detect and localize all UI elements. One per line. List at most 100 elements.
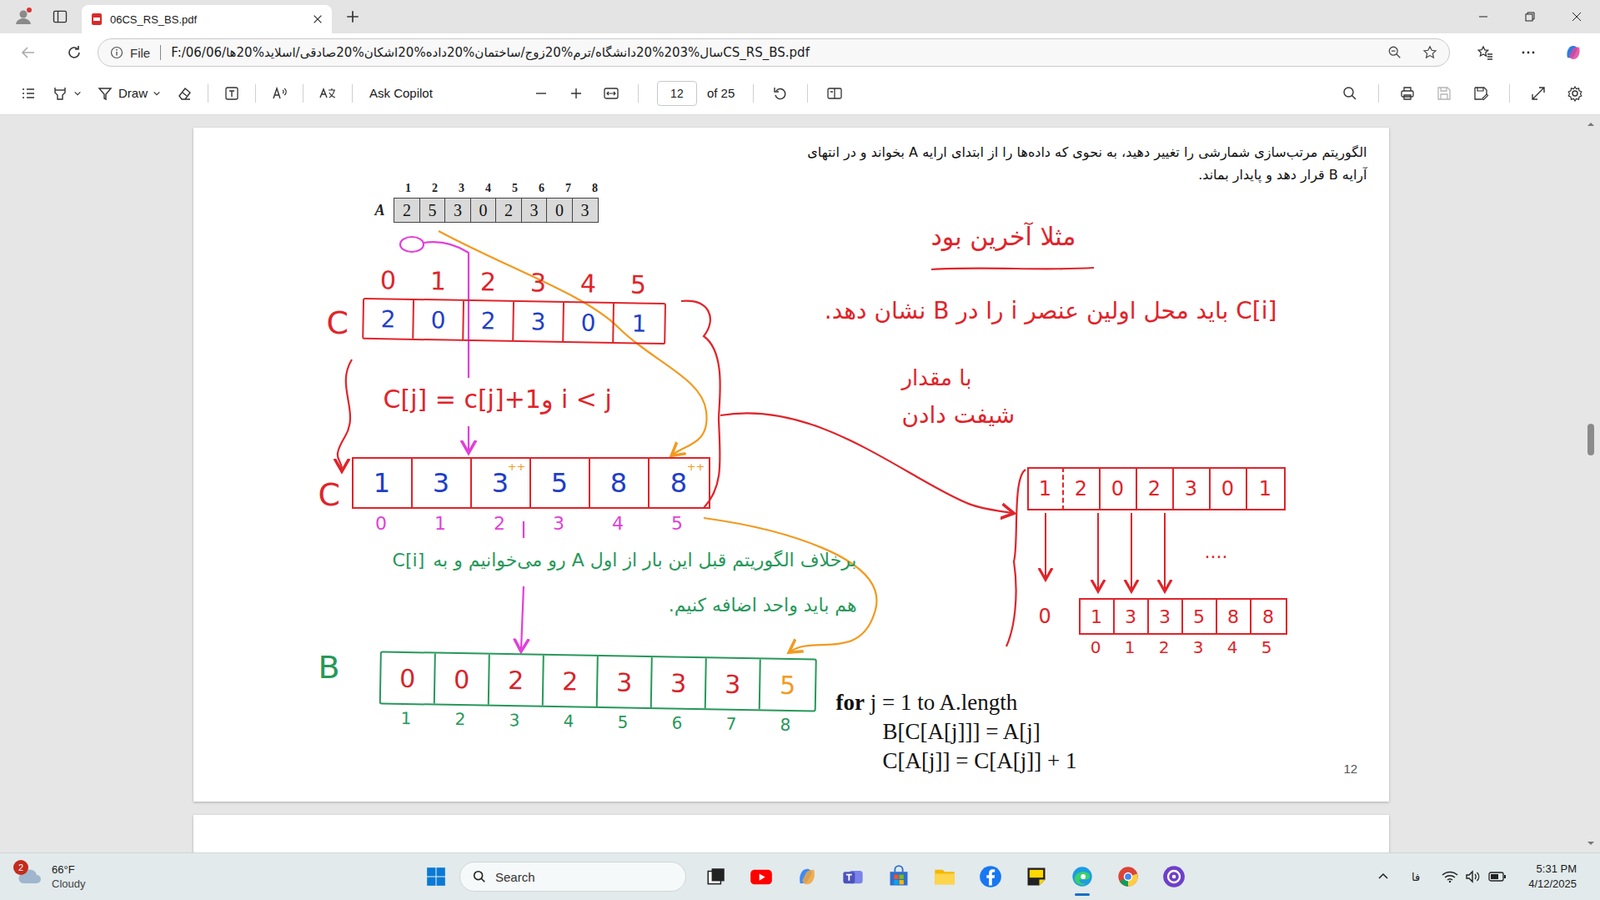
array-cell: 2 — [1137, 468, 1174, 509]
save-as-icon[interactable] — [1472, 85, 1490, 102]
chrome-icon[interactable] — [1116, 864, 1140, 888]
taskbar: 2 66°F Cloudy Search فا 5:31 PM 4/12/202… — [0, 852, 1600, 900]
array-cell: 0 — [470, 197, 497, 223]
read-aloud-icon[interactable] — [270, 85, 288, 102]
array-cell: 8 — [1251, 599, 1286, 633]
edge-icon — [1070, 864, 1094, 888]
array-index: 3 — [448, 179, 476, 198]
array-cell: 3 — [705, 657, 761, 709]
back-icon[interactable] — [20, 44, 37, 61]
translate-icon[interactable] — [318, 85, 337, 102]
youtube-icon[interactable] — [749, 864, 773, 888]
toolbar-separator — [637, 84, 639, 103]
highlight-button[interactable] — [51, 85, 82, 102]
taskbar-search[interactable]: Search — [459, 861, 687, 892]
formula-note: C[j] = c[j]+1و i < j — [383, 382, 612, 417]
windows-start-icon[interactable] — [425, 865, 447, 888]
array-a-indices: 12345678 — [375, 179, 609, 198]
teams-icon[interactable] — [841, 864, 865, 888]
array-cell: 2 — [393, 197, 421, 223]
count-array-row: 202301 — [361, 297, 667, 345]
edge-app[interactable] — [1070, 864, 1094, 888]
pseudocode: for j = 1 to A.lengthB[C[A[j]]] = A[j]C[… — [836, 687, 1078, 776]
favorites-icon[interactable] — [1476, 44, 1494, 61]
more-icon[interactable] — [1519, 44, 1537, 61]
toolbar-separator — [255, 84, 256, 103]
scrollbar[interactable] — [1581, 115, 1600, 853]
array-index: 2 — [462, 265, 514, 296]
search-icon[interactable] — [1341, 85, 1359, 102]
array-cell: 5 — [759, 658, 815, 710]
search-icon — [471, 868, 487, 884]
array-index: 1 — [411, 512, 471, 534]
zoom-out-icon[interactable] — [1387, 45, 1403, 61]
new-tab-icon[interactable] — [345, 9, 361, 25]
array-index: 5 — [1249, 636, 1285, 658]
star-icon[interactable] — [1422, 45, 1438, 61]
note-ref: C[i] — [392, 546, 426, 574]
chevron-up-icon[interactable] — [1376, 869, 1390, 883]
search-placeholder: Search — [495, 869, 536, 884]
page-number-field[interactable]: 12 — [657, 80, 698, 106]
store-icon[interactable] — [887, 864, 911, 888]
toolbar-separator — [807, 84, 808, 103]
code-text: C[A[j]] = C[A[j]] + 1 — [882, 747, 1078, 773]
file-explorer-icon[interactable] — [932, 864, 957, 888]
weather-widget[interactable]: 2 66°F Cloudy — [16, 862, 426, 891]
sticky-notes-icon[interactable] — [1024, 864, 1049, 888]
array-index: 2 — [421, 179, 449, 198]
close-button[interactable] — [1553, 0, 1600, 34]
array-cell: 1 — [613, 303, 665, 343]
zoom-in-icon[interactable] — [567, 85, 585, 102]
page-view-icon[interactable] — [826, 85, 843, 102]
workspaces-icon[interactable] — [51, 8, 69, 26]
github-icon[interactable] — [1162, 864, 1186, 888]
copilot-icon[interactable] — [1563, 42, 1584, 63]
array-index: 1 — [395, 179, 422, 198]
zoom-out-icon[interactable] — [532, 85, 550, 102]
array-cell: 0 — [546, 197, 573, 223]
array-index: 2 — [432, 708, 487, 730]
refresh-icon[interactable] — [65, 44, 83, 61]
ask-copilot-button[interactable]: Ask Copilot — [369, 85, 433, 101]
browser-tab[interactable]: 06CS_RS_BS.pdf — [81, 5, 332, 34]
print-icon[interactable] — [1399, 85, 1416, 102]
array-index: 5 — [501, 179, 529, 198]
fit-width-icon[interactable] — [602, 85, 620, 102]
url-text[interactable]: F:/06/سال%203%20دانشگاه/ترم%20زوج/ساختما… — [170, 45, 1368, 61]
close-tab-icon[interactable] — [311, 13, 324, 26]
array-index: 4 — [475, 179, 502, 198]
address-bar[interactable]: File F:/06/سال%203%20دانشگاه/ترم%20زوج/س… — [97, 38, 1450, 67]
profile-icon[interactable] — [13, 6, 34, 27]
scroll-up-icon[interactable] — [1586, 120, 1595, 129]
restore-button[interactable] — [1506, 0, 1554, 34]
quick-settings[interactable] — [1441, 869, 1507, 883]
eraser-icon[interactable] — [175, 85, 193, 102]
output-array-label: B — [318, 648, 341, 686]
settings-icon[interactable] — [1566, 85, 1584, 102]
array-cell: 1 — [1247, 468, 1285, 509]
array-cell: 5 — [531, 458, 591, 507]
page-number: 12 — [1344, 761, 1359, 776]
minimize-button[interactable] — [1459, 0, 1507, 34]
text-box-icon[interactable] — [223, 85, 241, 102]
weather-text: 66°F Cloudy — [51, 862, 86, 891]
scroll-thumb[interactable] — [1587, 423, 1595, 456]
task-view-icon[interactable] — [705, 865, 728, 888]
scroll-down-icon[interactable] — [1586, 838, 1595, 848]
draw-button[interactable]: Draw — [96, 85, 161, 102]
array-index: 1 — [378, 707, 433, 728]
array-index: 7 — [555, 179, 582, 198]
fullscreen-icon[interactable] — [1529, 85, 1547, 102]
scroll-track[interactable] — [1586, 131, 1595, 836]
facebook-icon[interactable] — [978, 864, 1003, 888]
array-index: 3 — [529, 512, 589, 534]
input-language[interactable]: فا — [1411, 870, 1420, 883]
rotate-icon[interactable] — [772, 85, 789, 102]
array-cell: 3 — [1173, 468, 1211, 509]
system-tray: فا 5:31 PM 4/12/2025 — [1376, 861, 1589, 892]
clock[interactable]: 5:31 PM 4/12/2025 — [1528, 861, 1589, 892]
array-cell: 3 — [412, 458, 472, 507]
contents-icon[interactable] — [20, 85, 37, 102]
copilot-app-icon[interactable] — [795, 864, 819, 888]
